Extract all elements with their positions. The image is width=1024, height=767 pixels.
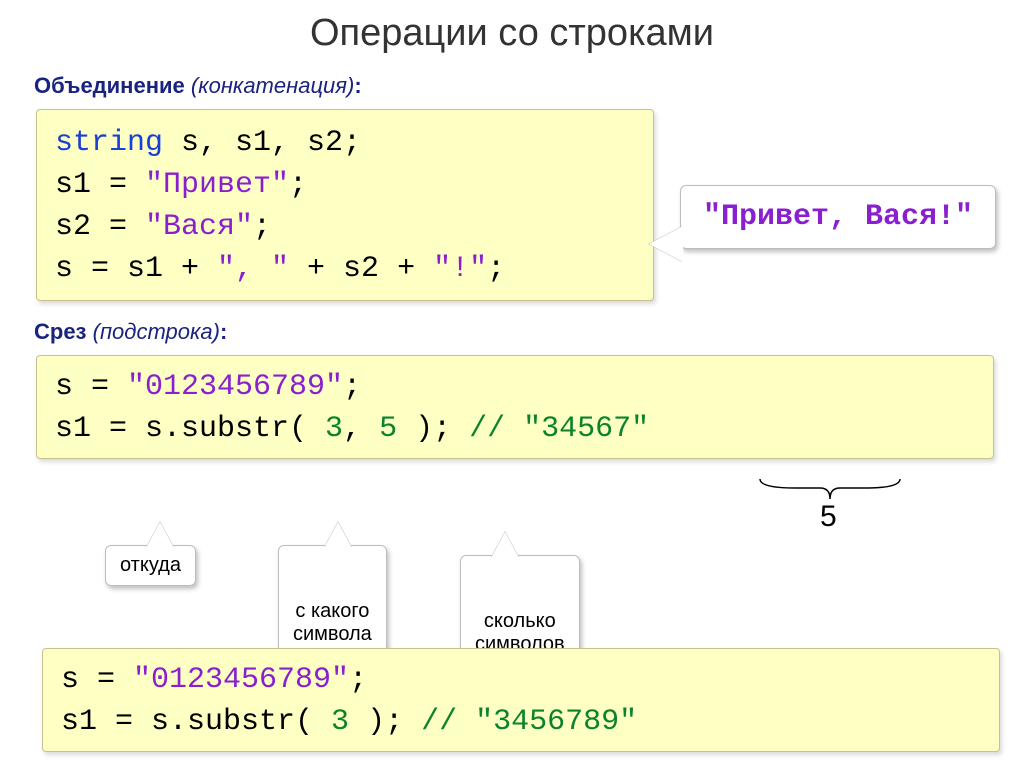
page-title: Операции со строками <box>30 12 994 55</box>
section2-heading: Срез (подстрока): <box>34 319 994 345</box>
callout-from: откуда <box>105 545 196 586</box>
code-text: ; <box>253 210 271 244</box>
code-text: ); <box>397 412 469 446</box>
code-text: s1 = s.substr( <box>61 705 331 739</box>
curly-brace-icon <box>755 479 905 501</box>
code-line: s1 = s.substr( 3, 5 ); // "34567" <box>55 408 975 450</box>
code-line: s = "0123456789"; <box>61 659 981 701</box>
code-line: s = "0123456789"; <box>55 366 975 408</box>
callout-tail-icon <box>324 522 352 548</box>
code-text: ); <box>349 705 421 739</box>
brace-label-five: 5 <box>820 500 837 534</box>
section2-heading-bold: Срез <box>34 319 87 344</box>
string-literal: "!" <box>433 252 487 286</box>
callout-result-text: "Привет, Вася!" <box>703 200 973 234</box>
code-text: s2 = <box>55 210 145 244</box>
code-line: s2 = "Вася"; <box>55 206 635 248</box>
string-literal: "0123456789" <box>127 370 343 404</box>
code-block-substr1: s = "0123456789"; s1 = s.substr( 3, 5 );… <box>36 355 994 459</box>
code-text: s1 = <box>55 168 145 202</box>
number-literal: 3 <box>325 412 343 446</box>
callout-tail-icon <box>649 226 683 262</box>
code-line: s1 = "Привет"; <box>55 164 635 206</box>
code-line: string s, s1, s2; <box>55 122 635 164</box>
code-block-concat: string s, s1, s2; s1 = "Привет"; s2 = "В… <box>36 109 654 301</box>
code-block-substr2: s = "0123456789"; s1 = s.substr( 3 ); //… <box>42 648 1000 752</box>
code-text: ; <box>343 370 361 404</box>
section1-heading: Объединение (конкатенация): <box>34 73 994 99</box>
number-literal: 3 <box>331 705 349 739</box>
code-text: ; <box>349 663 367 697</box>
code-text: s1 = s.substr( <box>55 412 325 446</box>
code-text: ; <box>487 252 505 286</box>
callout-which-text: с какого символа <box>293 600 372 645</box>
section2-heading-italic: (подстрока) <box>93 319 220 344</box>
code-line: s1 = s.substr( 3 ); // "3456789" <box>61 701 981 743</box>
slide: Операции со строками Объединение (конкат… <box>0 0 1024 767</box>
string-literal: "Вася" <box>145 210 253 244</box>
section2-heading-colon: : <box>220 319 227 344</box>
string-literal: "0123456789" <box>133 663 349 697</box>
code-text: , <box>343 412 379 446</box>
code-text: s = s1 + <box>55 252 217 286</box>
callout-which-char: с какого символа <box>278 545 387 655</box>
keyword-string: string <box>55 126 163 160</box>
code-text: ; <box>289 168 307 202</box>
spacer <box>30 301 994 315</box>
comment: // "34567" <box>469 412 649 446</box>
string-literal: "Привет" <box>145 168 289 202</box>
callout-result: "Привет, Вася!" <box>680 185 996 249</box>
code-line: s = s1 + ", " + s2 + "!"; <box>55 248 635 290</box>
comment: // "3456789" <box>421 705 637 739</box>
section1-heading-italic: (конкатенация) <box>191 73 354 98</box>
brace-under-34567 <box>755 479 905 501</box>
code-text: s = <box>61 663 133 697</box>
callout-from-text: откуда <box>120 554 181 576</box>
number-literal: 5 <box>379 412 397 446</box>
callout-tail-icon <box>491 532 519 558</box>
code-text: s, s1, s2; <box>163 126 361 160</box>
callout-tail-icon <box>146 522 174 548</box>
section1-heading-bold: Объединение <box>34 73 185 98</box>
code-text: s = <box>55 370 127 404</box>
string-literal: ", " <box>217 252 289 286</box>
code-text: + s2 + <box>289 252 433 286</box>
section1-heading-colon: : <box>354 73 361 98</box>
